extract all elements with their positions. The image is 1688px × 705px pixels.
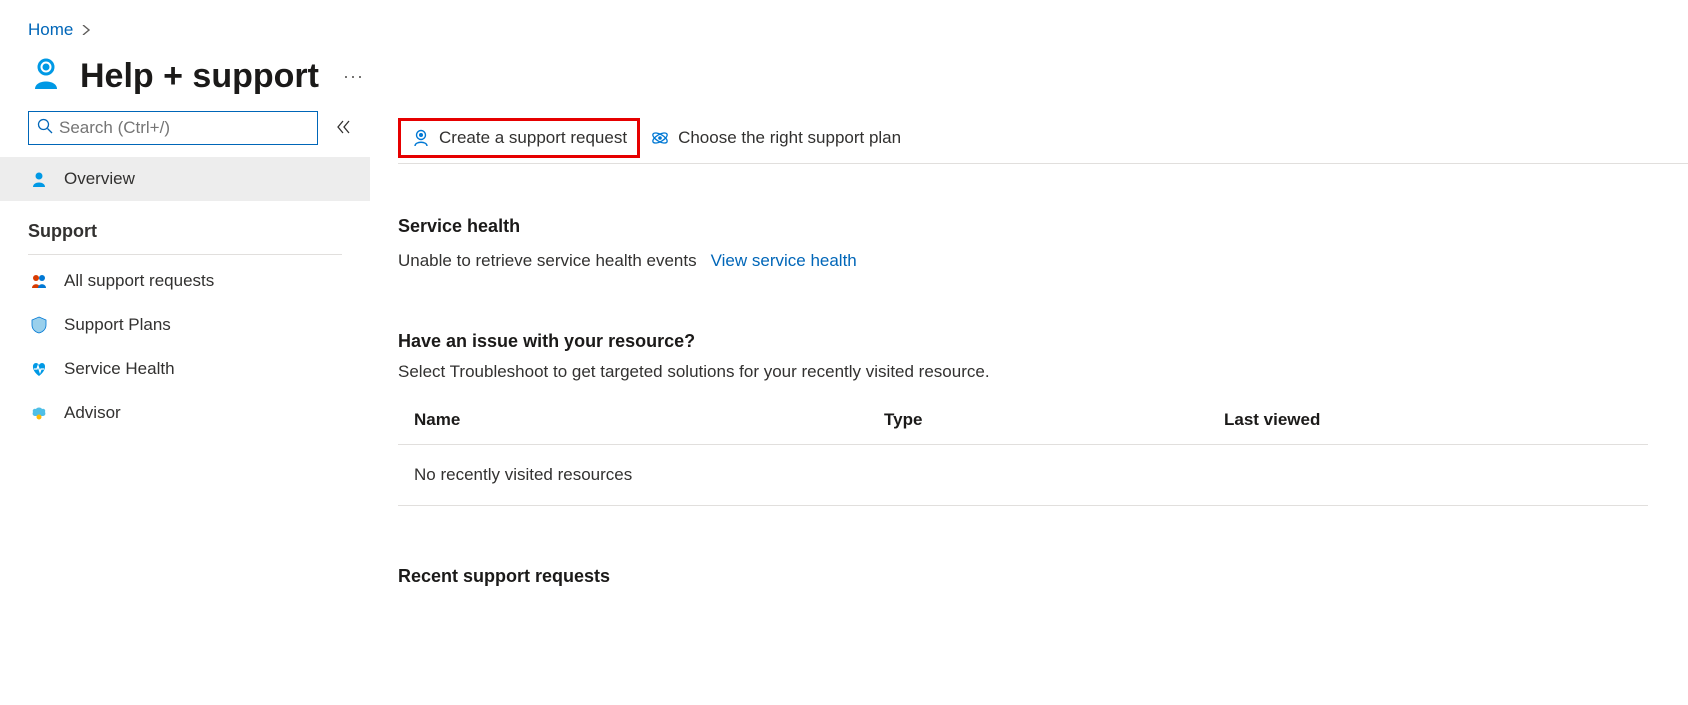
- search-icon: [37, 118, 53, 139]
- toolbar-button-label: Choose the right support plan: [678, 128, 901, 148]
- more-button[interactable]: ···: [343, 66, 364, 87]
- help-support-icon: [28, 56, 64, 97]
- sidebar-item-all-requests[interactable]: All support requests: [0, 259, 370, 303]
- divider: [398, 163, 1688, 164]
- breadcrumb-home-link[interactable]: Home: [28, 20, 73, 40]
- search-input[interactable]: [59, 118, 309, 138]
- service-health-message: Unable to retrieve service health events: [398, 251, 697, 271]
- sidebar-item-advisor[interactable]: Advisor: [0, 391, 370, 435]
- sidebar-item-label: Support Plans: [64, 315, 171, 335]
- table-empty-row: No recently visited resources: [398, 445, 1648, 506]
- sidebar-item-label: All support requests: [64, 271, 214, 291]
- recent-requests-heading: Recent support requests: [398, 566, 1688, 587]
- sidebar-collapse-button[interactable]: [336, 119, 352, 138]
- table-header: Name Type Last viewed: [398, 410, 1648, 445]
- heart-pulse-icon: [28, 360, 50, 378]
- overview-icon: [28, 170, 50, 188]
- sidebar-item-label: Overview: [64, 169, 135, 189]
- issue-subtext: Select Troubleshoot to get targeted solu…: [398, 362, 1688, 382]
- headset-person-icon: [411, 128, 431, 148]
- sidebar-item-label: Advisor: [64, 403, 121, 423]
- service-health-heading: Service health: [398, 216, 1688, 237]
- all-requests-icon: [28, 272, 50, 290]
- toolbar-button-label: Create a support request: [439, 128, 627, 148]
- col-type: Type: [884, 410, 1224, 430]
- advisor-icon: [28, 404, 50, 422]
- main-content: Create a support request Choose the righ…: [370, 111, 1688, 587]
- sidebar-search[interactable]: [28, 111, 318, 145]
- sidebar-item-support-plans[interactable]: Support Plans: [0, 303, 370, 347]
- col-last-viewed: Last viewed: [1224, 410, 1632, 430]
- chevron-right-icon: [81, 22, 91, 38]
- toolbar: Create a support request Choose the righ…: [398, 111, 1688, 161]
- page-header: Help + support ···: [0, 40, 1688, 111]
- divider: [28, 254, 342, 255]
- breadcrumb: Home: [0, 0, 1688, 40]
- page-title: Help + support: [80, 57, 319, 96]
- resources-table: Name Type Last viewed No recently visite…: [398, 410, 1648, 506]
- sidebar-item-service-health[interactable]: Service Health: [0, 347, 370, 391]
- issue-heading: Have an issue with your resource?: [398, 331, 1688, 352]
- shield-icon: [28, 316, 50, 334]
- atom-icon: [650, 128, 670, 148]
- choose-support-plan-button[interactable]: Choose the right support plan: [640, 118, 911, 158]
- create-support-request-button[interactable]: Create a support request: [398, 118, 640, 158]
- sidebar: Overview Support All support requests Su…: [0, 111, 370, 587]
- sidebar-section-support: Support: [0, 201, 370, 248]
- sidebar-item-overview[interactable]: Overview: [0, 157, 370, 201]
- view-service-health-link[interactable]: View service health: [711, 251, 857, 271]
- col-name: Name: [414, 410, 884, 430]
- sidebar-item-label: Service Health: [64, 359, 175, 379]
